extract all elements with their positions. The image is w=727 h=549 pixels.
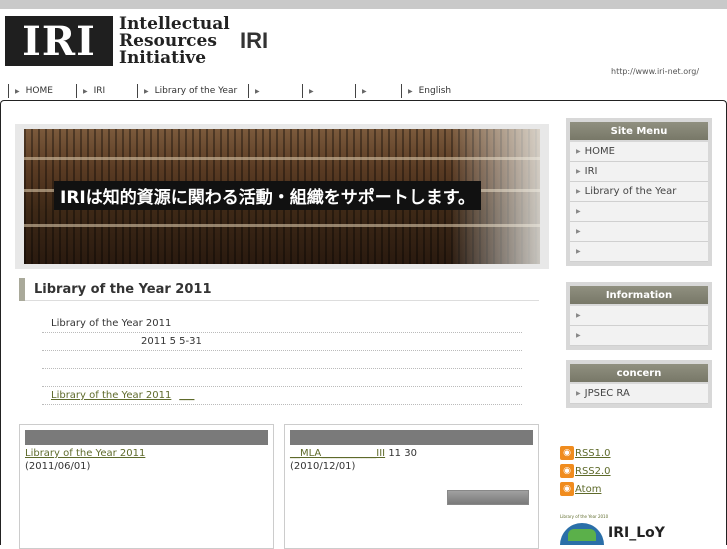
nav-item-4[interactable]: ▶ [248,84,302,98]
menu-arrow-icon: ▶ [576,228,581,235]
more-button[interactable] [447,490,529,505]
logo-line-3: Initiative [119,47,207,68]
menu-arrow-icon: ▶ [576,332,581,339]
menu-item-label: JPSEC RA [584,388,630,399]
hero-caption: IRIは知的資源に関わる活動・組織をサポートします。 [54,181,482,210]
rss2-feed-link[interactable]: ◉ RSS2.0 [560,464,611,478]
menu-arrow-icon: ▶ [576,208,581,215]
menu-arrow-icon: ▶ [576,168,581,175]
rss-icon: ◉ [560,482,574,496]
concern-title: concern [570,364,708,382]
site-menu-item-library-of-the-year[interactable]: ▶ Library of the Year [570,182,708,202]
card-header [290,430,533,445]
site-logo[interactable]: IRI Intellectual Resources Initiative [5,13,230,68]
section-link-suffix[interactable]: ___ [179,390,194,401]
top-bar [0,0,727,9]
nav-item-english[interactable]: ▶ English [401,84,471,98]
site-url: http://www.iri-net.org/ [611,67,700,76]
section-title: Library of the Year 2011 [34,281,212,297]
card-date: (2010/12/01) [290,461,356,472]
menu-arrow-icon: ▶ [576,148,581,155]
card-link[interactable]: Library of the Year 2011 [25,448,268,459]
card-date: (2011/06/01) [25,461,91,472]
nav-arrow-icon: ▶ [15,87,20,95]
main-nav: ▶ HOME ▶ IRI ▶ Library of the Year ▶ ▶ ▶… [8,84,471,98]
section-link[interactable]: Library of the Year 2011 [51,390,171,401]
info-line-2: 2011 5 5-31 [42,333,522,351]
card-link-tail: 11 30 [388,448,417,459]
nav-label: English [418,86,452,96]
info-line-link: Library of the Year 2011 ___ [42,387,522,405]
site-menu-item-6[interactable]: ▶ [570,242,708,262]
news-card-2: __MLA___________III 11 30 (2010/12/01) [284,424,539,549]
nav-label: IRI [93,86,106,96]
site-menu-box: Site Menu ▶ HOME ▶ IRI ▶ Library of the Yea… [566,118,712,266]
card-header [25,430,268,445]
site-menu-item-4[interactable]: ▶ [570,202,708,222]
site-title: IRI [240,28,269,53]
site-menu-item-5[interactable]: ▶ [570,222,708,242]
menu-arrow-icon: ▶ [576,188,581,195]
logo-line-1: Intellectual [119,13,230,34]
atom-feed-link[interactable]: ◉ Atom [560,482,601,496]
nav-arrow-icon: ▶ [309,87,314,95]
site-menu-item-iri[interactable]: ▶ IRI [570,162,708,182]
menu-arrow-icon: ▶ [576,312,581,319]
site-menu-title: Site Menu [570,122,708,140]
logo-mark: IRI [5,16,113,66]
nav-item-iri[interactable]: ▶ IRI [76,84,137,98]
info-line-3 [42,369,522,387]
loy-logo-icon [560,523,604,545]
menu-arrow-icon: ▶ [576,248,581,255]
nav-arrow-icon: ▶ [144,87,149,95]
nav-arrow-icon: ▶ [362,87,367,95]
concern-box: concern ▶ JPSEC RA [566,360,712,408]
logo-text: Intellectual Resources Initiative [119,13,230,68]
information-item-1[interactable]: ▶ [570,306,708,326]
site-menu-item-home[interactable]: ▶ HOME [570,142,708,162]
nav-item-library-of-the-year[interactable]: ▶ Library of the Year [137,84,248,98]
concern-item-jpsec-ra[interactable]: ▶ JPSEC RA [570,384,708,404]
menu-item-label: Library of the Year [584,186,677,197]
nav-item-5[interactable]: ▶ [302,84,355,98]
rss1-label: RSS1.0 [575,447,611,459]
nav-arrow-icon: ▶ [408,87,413,95]
menu-arrow-icon: ▶ [576,390,581,397]
info-line-blank [42,351,522,369]
loy-name: IRI_LoY [608,525,665,541]
rss1-feed-link[interactable]: ◉ RSS1.0 [560,446,611,460]
rss-icon: ◉ [560,446,574,460]
information-item-2[interactable]: ▶ [570,326,708,346]
nav-arrow-icon: ▶ [83,87,88,95]
menu-item-label: HOME [584,146,615,157]
heading-bar [19,277,25,301]
nav-label: HOME [25,86,53,96]
rss2-label: RSS2.0 [575,465,611,477]
section-heading: Library of the Year 2011 [19,277,539,301]
loy-banner[interactable]: Library of the Year 2010 IRI_LoY [560,514,720,545]
nav-item-home[interactable]: ▶ HOME [8,84,76,98]
info-line-1: Library of the Year 2011 [42,315,522,333]
card-link[interactable]: __MLA___________III [290,448,385,459]
news-card-1: Library of the Year 2011 (2011/06/01) [19,424,274,549]
rss-icon: ◉ [560,464,574,478]
menu-item-label: IRI [584,166,598,177]
nav-item-6[interactable]: ▶ [355,84,401,98]
hero-image: IRIは知的資源に関わる活動・組織をサポートします。 [24,129,540,264]
hero-banner: IRIは知的資源に関わる活動・組織をサポートします。 [15,124,549,269]
card-link-row: __MLA___________III 11 30 [290,448,533,459]
logo-line-2: Resources [119,30,217,51]
nav-label: Library of the Year [154,86,238,96]
atom-label: Atom [575,483,602,495]
information-title: Information [570,286,708,304]
nav-arrow-icon: ▶ [255,87,260,95]
information-box: Information ▶ ▶ [566,282,712,350]
loy-small-text: Library of the Year 2010 [560,514,609,519]
